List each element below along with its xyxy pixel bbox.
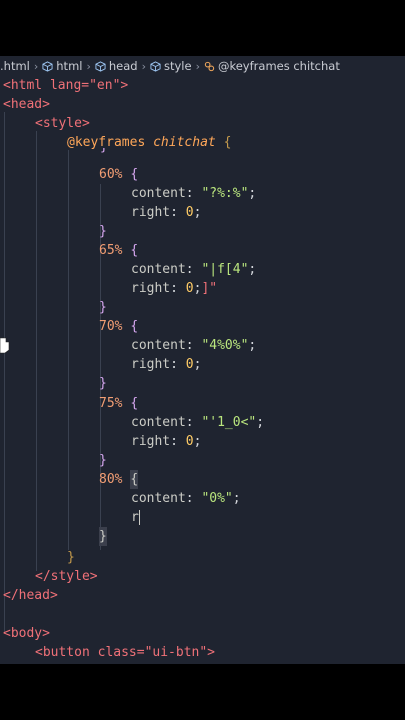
code-token: right xyxy=(131,205,171,220)
code-line-k60[interactable]: 60% { xyxy=(99,165,138,184)
code-token: ]" xyxy=(201,281,218,296)
code-editor[interactable]: .html › html › head › style › @keyframes… xyxy=(0,56,405,664)
code-line-k75[interactable]: 75% { xyxy=(99,394,138,413)
code-token: <head> xyxy=(3,97,50,112)
code-line-k70[interactable]: 70% { xyxy=(99,317,138,336)
code-line-k60-right[interactable]: right: 0; xyxy=(131,203,201,222)
chevron-right-icon: › xyxy=(141,59,146,73)
element-cube-icon xyxy=(95,60,106,72)
breadcrumb-label: .html xyxy=(0,59,30,73)
code-line-k65-content[interactable]: content: "|f[4"; xyxy=(131,260,256,279)
code-line-k75-right[interactable]: right: 0; xyxy=(131,432,201,451)
code-token: chitchat xyxy=(153,135,216,150)
code-line-k80[interactable]: 80% { xyxy=(99,470,139,489)
code-line-body[interactable]: <body> xyxy=(3,624,50,643)
chevron-right-icon: › xyxy=(195,59,200,73)
code-token: content xyxy=(131,338,186,353)
breadcrumb-label: @keyframes chitchat xyxy=(217,59,340,73)
code-token: "?%:%" xyxy=(201,186,249,201)
code-token: right xyxy=(131,357,171,372)
chevron-right-icon: › xyxy=(86,59,91,73)
code-line-k70-right[interactable]: right: 0; xyxy=(131,355,201,374)
code-line-k60-content[interactable]: content: "?%:%"; xyxy=(131,184,256,203)
code-line-style[interactable]: <style> xyxy=(35,114,90,133)
code-token: { xyxy=(130,319,139,334)
code-token: 0 xyxy=(185,281,194,296)
breadcrumb: .html › html › head › style › @keyframes… xyxy=(0,56,405,76)
code-token: </style> xyxy=(35,569,98,584)
matched-brace: { xyxy=(130,470,139,489)
breadcrumb-item-file[interactable]: .html xyxy=(0,59,30,73)
breadcrumb-item-keyframes[interactable]: @keyframes chitchat xyxy=(204,59,340,73)
code-token: 60% xyxy=(99,167,123,182)
code-token: right xyxy=(131,434,171,449)
code-token: <style> xyxy=(35,116,90,131)
code-token: <html lang="en"> xyxy=(3,78,129,93)
code-token: 0 xyxy=(185,205,194,220)
code-line-head-close[interactable]: </head> xyxy=(3,586,58,605)
code-line-k65-right[interactable]: right: 0;]" xyxy=(131,279,217,298)
chevron-right-icon: › xyxy=(33,59,39,73)
breadcrumb-item-style[interactable]: style xyxy=(150,59,192,73)
breadcrumb-item-html[interactable]: html xyxy=(42,59,82,73)
text-caret xyxy=(138,510,140,525)
code-line-k75-close[interactable]: } xyxy=(99,451,107,470)
top-letterbox xyxy=(0,0,405,56)
code-line-k65[interactable]: 65% { xyxy=(99,241,138,260)
code-token: </head> xyxy=(3,588,58,603)
code-token: 75% xyxy=(99,396,123,411)
code-line-k80-close[interactable]: } xyxy=(99,527,107,546)
indent-guide xyxy=(68,150,69,550)
code-token: 70% xyxy=(99,319,123,334)
breadcrumb-item-head[interactable]: head xyxy=(95,59,138,73)
code-line-style-close[interactable]: </style> xyxy=(35,567,98,586)
breadcrumb-label: style xyxy=(164,59,192,73)
bottom-letterbox xyxy=(0,664,405,720)
code-token: { xyxy=(130,167,139,182)
hand-pointer-icon xyxy=(0,337,10,354)
code-token: "'1_0<" xyxy=(201,415,257,430)
code-line-k70-close[interactable]: } xyxy=(99,374,107,393)
code-token: 0 xyxy=(185,357,194,372)
code-token: "|f[4" xyxy=(201,262,249,277)
matched-brace: } xyxy=(99,527,107,546)
indent-guide xyxy=(36,131,37,571)
code-line-k75-content[interactable]: content: "'1_0<"; xyxy=(131,413,264,432)
code-line-k80-content[interactable]: content: "0%"; xyxy=(131,489,241,508)
code-line-partial: } xyxy=(100,148,108,158)
element-cube-icon xyxy=(42,60,53,72)
code-token: { xyxy=(130,396,139,411)
code-token: content xyxy=(131,415,186,430)
breadcrumb-label: head xyxy=(108,59,138,73)
code-line-k80-typing[interactable]: r xyxy=(131,508,140,527)
code-token: content xyxy=(131,262,186,277)
code-token: "0%" xyxy=(201,491,233,506)
code-token: { xyxy=(130,243,139,258)
code-token: } xyxy=(100,148,108,154)
code-line-keyframes[interactable]: @keyframes chitchat { xyxy=(67,133,231,152)
code-token: 80% xyxy=(99,472,123,487)
code-line-html[interactable]: <html lang="en"> xyxy=(3,76,128,95)
code-token: "4%0%" xyxy=(201,338,249,353)
keyframes-icon xyxy=(204,61,215,71)
code-line-head[interactable]: <head> xyxy=(3,95,50,114)
code-line-button[interactable]: <button class="ui-btn"> xyxy=(35,643,215,662)
code-token: 0 xyxy=(185,434,194,449)
code-token: { xyxy=(223,135,232,150)
code-token: content xyxy=(131,491,186,506)
code-line-k60-close[interactable]: } xyxy=(99,222,107,241)
code-line-k65-close[interactable]: } xyxy=(99,298,107,317)
breadcrumb-label: html xyxy=(56,59,83,73)
code-token: 65% xyxy=(99,243,123,258)
code-token: right xyxy=(131,281,171,296)
code-token: <body> xyxy=(3,626,50,641)
element-cube-icon xyxy=(150,60,161,72)
code-token: <button class="ui-btn"> xyxy=(35,645,216,660)
indent-guide xyxy=(4,112,5,632)
code-token: r xyxy=(131,510,139,525)
code-line-k70-content[interactable]: content: "4%0%"; xyxy=(131,336,256,355)
code-line-keyframes-close[interactable]: } xyxy=(67,548,75,567)
code-token: content xyxy=(131,186,186,201)
